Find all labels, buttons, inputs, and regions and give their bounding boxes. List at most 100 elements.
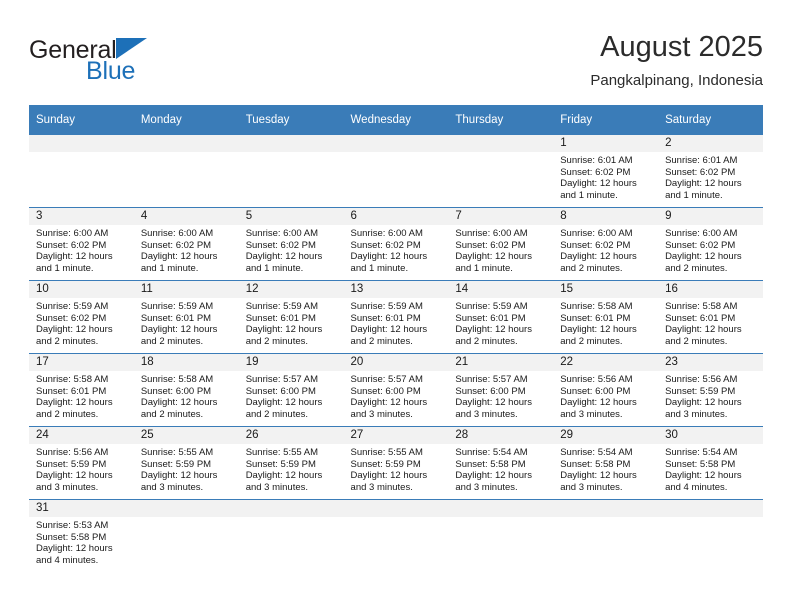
day-detail-line: Sunset: 5:58 PM	[560, 458, 631, 470]
day-number: 1	[553, 135, 659, 152]
day-detail-line: Sunset: 6:01 PM	[455, 312, 526, 324]
day-detail-line: Sunset: 6:01 PM	[245, 312, 316, 324]
day-detail-line: and 1 minute.	[245, 262, 304, 274]
day-detail-line: and 2 minutes.	[560, 335, 623, 347]
day-detail-line: Sunrise: 5:54 AM	[455, 447, 528, 458]
day-detail-line: Sunrise: 5:59 AM	[245, 301, 319, 312]
day-details	[344, 152, 449, 155]
calendar-day-cell[interactable]: 2 Sunrise: 6:01 AM Sunset: 6:02 PM Daylight…	[658, 134, 763, 208]
calendar-day-cell[interactable]: 8 Sunrise: 6:00 AM Sunset: 6:02 PM Daylight…	[553, 207, 659, 281]
calendar-day-cell[interactable]: 22 Sunrise: 5:56 AM Sunset: 6:00 PM Dayligh…	[553, 353, 659, 427]
day-detail-line: Sunset: 5:59 PM	[140, 458, 212, 470]
day-detail-line: Sunrise: 5:56 AM	[665, 374, 738, 385]
day-detail-line: Sunrise: 6:00 AM	[455, 228, 528, 239]
calendar-day-cell[interactable]: 29 Sunrise: 5:54 AM Sunset: 5:58 PM Dayligh…	[553, 426, 659, 500]
calendar-day-cell[interactable]: 1 Sunrise: 6:01 AM Sunset: 6:02 PM Daylight…	[553, 134, 659, 208]
day-detail-line: Sunrise: 6:00 AM	[665, 228, 738, 239]
day-cell-inner: 23 Sunrise: 5:56 AM Sunset: 5:59 PM Dayligh…	[658, 354, 763, 426]
day-number: 15	[553, 281, 659, 298]
day-detail-line: Sunset: 6:01 PM	[36, 385, 107, 397]
day-cell-inner	[133, 500, 239, 572]
calendar-day-cell[interactable]: 3 Sunrise: 6:00 AM Sunset: 6:02 PM Daylight…	[29, 207, 134, 281]
day-cell-inner	[343, 135, 449, 207]
day-detail-line: and 1 minute.	[36, 262, 94, 274]
calendar-day-cell[interactable]: 13 Sunrise: 5:59 AM Sunset: 6:01 PM Dayligh…	[343, 280, 449, 354]
day-detail-line: Sunset: 5:59 PM	[36, 458, 107, 470]
calendar-day-cell[interactable]: 21 Sunrise: 5:57 AM Sunset: 6:00 PM Dayligh…	[448, 353, 554, 427]
day-details: Sunrise: 5:59 AM Sunset: 6:01 PM Daylight:…	[239, 298, 344, 347]
calendar-day-cell[interactable]: 27 Sunrise: 5:55 AM Sunset: 5:59 PM Dayligh…	[343, 426, 449, 500]
day-detail-line: and 3 minutes.	[350, 408, 413, 420]
calendar-day-cell[interactable]: 9 Sunrise: 6:00 AM Sunset: 6:02 PM Daylight…	[658, 207, 763, 281]
day-details	[134, 152, 239, 155]
day-detail-line: and 3 minutes.	[665, 408, 728, 420]
weekday-header-sunday: Sunday	[29, 105, 134, 135]
day-cell-inner: 19 Sunrise: 5:57 AM Sunset: 6:00 PM Dayligh…	[238, 354, 344, 426]
day-detail-line: Daylight: 12 hours	[455, 324, 532, 336]
day-number: 11	[133, 281, 239, 298]
calendar-day-cell-empty	[553, 499, 659, 572]
calendar-day-cell-empty	[238, 499, 344, 572]
day-detail-line: Sunrise: 5:55 AM	[245, 447, 319, 458]
day-details: Sunrise: 6:00 AM Sunset: 6:02 PM Daylight:…	[553, 225, 658, 274]
calendar-day-cell[interactable]: 11 Sunrise: 5:59 AM Sunset: 6:01 PM Dayligh…	[133, 280, 239, 354]
day-number	[553, 500, 659, 517]
calendar-day-cell[interactable]: 15 Sunrise: 5:58 AM Sunset: 6:01 PM Dayligh…	[553, 280, 659, 354]
day-detail-line: Sunrise: 5:58 AM	[36, 374, 109, 385]
day-details	[239, 152, 344, 155]
day-cell-inner: 3 Sunrise: 6:00 AM Sunset: 6:02 PM Daylight…	[29, 208, 134, 280]
calendar-day-cell[interactable]: 4 Sunrise: 6:00 AM Sunset: 6:02 PM Daylight…	[133, 207, 239, 281]
calendar-day-cell[interactable]: 28 Sunrise: 5:54 AM Sunset: 5:58 PM Dayligh…	[448, 426, 554, 500]
calendar-day-cell[interactable]: 18 Sunrise: 5:58 AM Sunset: 6:00 PM Dayligh…	[133, 353, 239, 427]
day-detail-line: Sunrise: 5:57 AM	[455, 374, 528, 385]
page-title: August 2025	[600, 31, 763, 63]
day-number	[238, 135, 344, 152]
day-number: 12	[238, 281, 344, 298]
calendar-day-cell[interactable]: 26 Sunrise: 5:55 AM Sunset: 5:59 PM Dayligh…	[238, 426, 344, 500]
day-detail-line: Sunrise: 5:57 AM	[245, 374, 319, 385]
day-cell-inner	[448, 135, 554, 207]
day-detail-line: Sunset: 6:00 PM	[560, 385, 631, 397]
calendar-day-cell[interactable]: 17 Sunrise: 5:58 AM Sunset: 6:01 PM Dayligh…	[29, 353, 134, 427]
day-number: 2	[658, 135, 763, 152]
day-cell-inner	[343, 500, 449, 572]
day-detail-line: Sunset: 5:58 PM	[36, 531, 107, 543]
day-details: Sunrise: 6:00 AM Sunset: 6:02 PM Daylight:…	[344, 225, 449, 274]
calendar-day-cell[interactable]: 6 Sunrise: 6:00 AM Sunset: 6:02 PM Daylight…	[343, 207, 449, 281]
day-number	[133, 135, 239, 152]
day-cell-inner: 29 Sunrise: 5:54 AM Sunset: 5:58 PM Dayligh…	[553, 427, 659, 499]
calendar-day-cell[interactable]: 30 Sunrise: 5:54 AM Sunset: 5:58 PM Dayligh…	[658, 426, 763, 500]
calendar-day-cell[interactable]: 20 Sunrise: 5:57 AM Sunset: 6:00 PM Dayligh…	[343, 353, 449, 427]
day-details: Sunrise: 5:54 AM Sunset: 5:58 PM Daylight:…	[448, 444, 553, 493]
calendar-day-cell[interactable]: 23 Sunrise: 5:56 AM Sunset: 5:59 PM Dayligh…	[658, 353, 763, 427]
day-detail-line: Sunrise: 5:53 AM	[36, 520, 109, 531]
calendar-week-row: 24 Sunrise: 5:56 AM Sunset: 5:59 PM Dayligh…	[29, 426, 763, 500]
calendar-day-cell[interactable]: 25 Sunrise: 5:55 AM Sunset: 5:59 PM Dayligh…	[133, 426, 239, 500]
day-detail-line: Daylight: 12 hours	[665, 178, 742, 190]
calendar-day-cell[interactable]: 10 Sunrise: 5:59 AM Sunset: 6:02 PM Dayligh…	[29, 280, 134, 354]
day-cell-inner	[238, 135, 344, 207]
calendar-day-cell[interactable]: 14 Sunrise: 5:59 AM Sunset: 6:01 PM Dayligh…	[448, 280, 554, 354]
calendar-day-cell[interactable]: 31 Sunrise: 5:53 AM Sunset: 5:58 PM Dayligh…	[29, 499, 134, 572]
calendar-day-cell[interactable]: 16 Sunrise: 5:58 AM Sunset: 6:01 PM Dayligh…	[658, 280, 763, 354]
calendar-day-cell[interactable]: 24 Sunrise: 5:56 AM Sunset: 5:59 PM Dayligh…	[29, 426, 134, 500]
day-details: Sunrise: 5:58 AM Sunset: 6:01 PM Daylight:…	[553, 298, 658, 347]
day-cell-inner: 10 Sunrise: 5:59 AM Sunset: 6:02 PM Dayligh…	[29, 281, 134, 353]
calendar-day-cell[interactable]: 5 Sunrise: 6:00 AM Sunset: 6:02 PM Daylight…	[238, 207, 344, 281]
day-detail-line: Daylight: 12 hours	[455, 470, 532, 482]
day-detail-line: Sunset: 6:02 PM	[665, 166, 736, 178]
day-detail-line: Sunrise: 5:55 AM	[140, 447, 214, 458]
day-detail-line: Daylight: 12 hours	[245, 251, 323, 263]
calendar-day-cell[interactable]: 19 Sunrise: 5:57 AM Sunset: 6:00 PM Dayligh…	[238, 353, 344, 427]
day-details: Sunrise: 5:56 AM Sunset: 5:59 PM Daylight:…	[658, 371, 763, 420]
triangle-flag-icon	[116, 38, 147, 59]
day-detail-line: Sunrise: 5:56 AM	[560, 374, 633, 385]
day-number: 24	[29, 427, 134, 444]
day-cell-inner: 1 Sunrise: 6:01 AM Sunset: 6:02 PM Daylight…	[553, 135, 659, 207]
calendar-day-cell[interactable]: 7 Sunrise: 6:00 AM Sunset: 6:02 PM Daylight…	[448, 207, 554, 281]
day-cell-inner: 28 Sunrise: 5:54 AM Sunset: 5:58 PM Dayligh…	[448, 427, 554, 499]
day-cell-inner: 9 Sunrise: 6:00 AM Sunset: 6:02 PM Daylight…	[658, 208, 763, 280]
calendar-day-cell-empty	[448, 499, 554, 572]
day-detail-line: Sunset: 6:00 PM	[455, 385, 526, 397]
calendar-day-cell[interactable]: 12 Sunrise: 5:59 AM Sunset: 6:01 PM Dayligh…	[238, 280, 344, 354]
